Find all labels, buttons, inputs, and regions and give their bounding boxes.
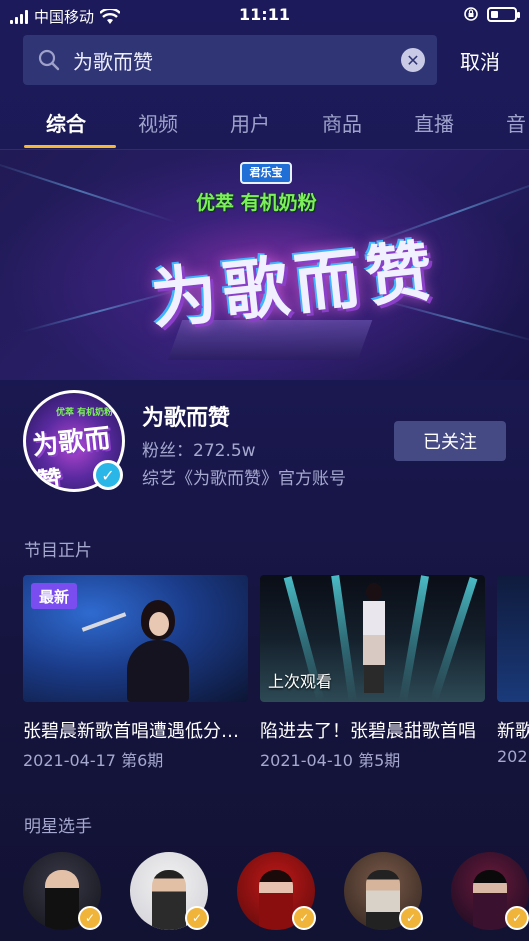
verified-icon: ✓ — [185, 906, 209, 930]
section-title-episodes: 节目正片 — [24, 541, 92, 561]
episode-card[interactable] — [497, 575, 529, 702]
performer-image — [123, 600, 193, 702]
performer-image — [360, 583, 388, 693]
episode-card[interactable]: 上次观看 — [260, 575, 485, 702]
account-name[interactable]: 为歌而赞 — [142, 400, 230, 432]
rotation-lock-icon — [464, 7, 478, 21]
clock: 11:11 — [239, 5, 290, 24]
episode-meta: 2021-04-17 第6期 — [23, 751, 164, 770]
tab-video[interactable]: 视频 — [138, 108, 178, 137]
episode-title[interactable]: 新歌 — [497, 717, 529, 743]
show-banner[interactable]: 君乐宝 优萃 有机奶粉 为歌而赞 — [0, 150, 529, 380]
account-description: 综艺《为歌而赞》官方账号 — [142, 469, 346, 489]
clear-icon[interactable]: ✕ — [401, 48, 425, 72]
category-tabs: 综合 视频 用户 商品 直播 音 — [0, 104, 529, 150]
sponsor-logo: 君乐宝 — [240, 162, 292, 184]
verified-icon: ✓ — [399, 906, 423, 930]
cancel-button[interactable]: 取消 — [460, 46, 500, 75]
fans-count: 粉丝：272.5w — [142, 441, 256, 461]
episode-title[interactable]: 张碧晨新歌首唱遭遇低分… — [23, 717, 248, 743]
sponsor-slogan: 优萃 有机奶粉 — [196, 192, 317, 214]
search-icon — [38, 49, 60, 71]
tab-users[interactable]: 用户 — [230, 108, 270, 137]
episode-card[interactable]: 最新 — [23, 575, 248, 702]
episode-meta: 2021-04-10 第5期 — [260, 751, 401, 770]
status-bar: 中国移动 11:11 — [0, 0, 529, 30]
episode-meta: 202 — [497, 747, 528, 766]
verified-icon: ✓ — [292, 906, 316, 930]
new-badge: 最新 — [31, 583, 77, 609]
last-watched-label: 上次观看 — [268, 672, 333, 691]
active-tab-indicator — [24, 145, 116, 148]
follow-button[interactable]: 已关注 — [394, 421, 506, 461]
battery-icon — [487, 6, 520, 22]
microphone-icon — [81, 612, 127, 632]
section-title-stars: 明星选手 — [24, 817, 92, 837]
episode-title[interactable]: 陷进去了！张碧晨甜歌首唱 — [260, 717, 485, 743]
tab-products[interactable]: 商品 — [322, 108, 362, 137]
show-logo: 为歌而赞 — [147, 232, 442, 339]
search-bar[interactable]: 为歌而赞 ✕ — [23, 35, 437, 85]
verified-icon: ✓ — [505, 906, 529, 930]
verified-icon: ✓ — [78, 906, 102, 930]
tab-live[interactable]: 直播 — [414, 108, 454, 137]
tab-comprehensive[interactable]: 综合 — [46, 108, 86, 137]
tab-music[interactable]: 音 — [506, 108, 526, 137]
search-input[interactable]: 为歌而赞 — [73, 46, 153, 75]
verified-icon: ✓ — [93, 460, 123, 490]
